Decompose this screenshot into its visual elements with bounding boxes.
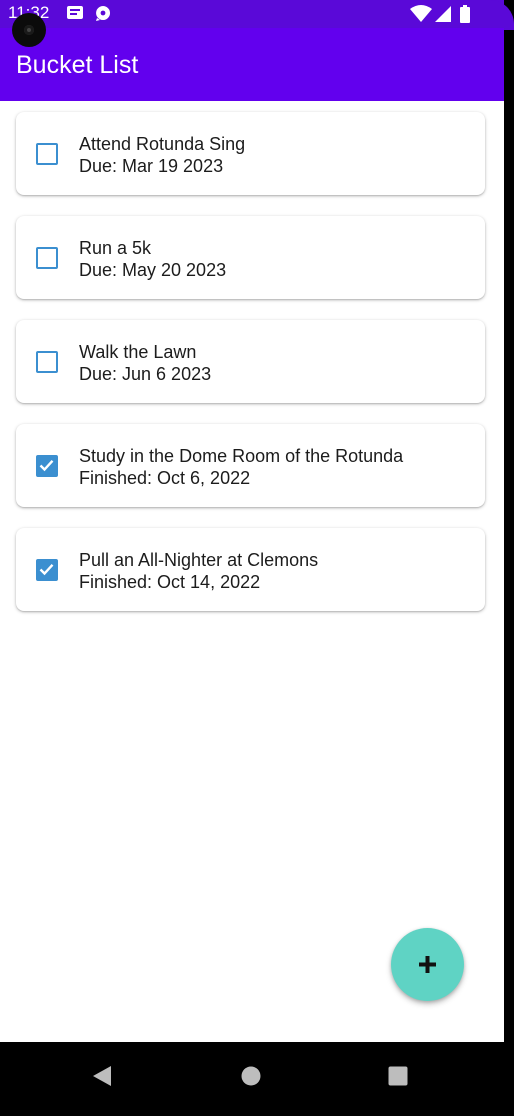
- notification-icon: [66, 5, 84, 26]
- check-icon: [39, 563, 54, 576]
- checkbox[interactable]: [36, 143, 58, 165]
- plus-icon: [419, 956, 436, 973]
- checkbox[interactable]: [36, 351, 58, 373]
- item-finished-date: Finished: Oct 14, 2022: [79, 572, 261, 592]
- list-item[interactable]: Study in the Dome Room of the Rotunda Fi…: [16, 424, 485, 507]
- item-finished-date: Finished: Oct 6, 2022: [79, 468, 251, 488]
- wifi-icon: [410, 5, 432, 28]
- checkbox[interactable]: [36, 247, 58, 269]
- signal-icon: [434, 5, 452, 28]
- item-due-date: Due: Jun 6 2023: [79, 364, 212, 384]
- camera-cutout: [12, 13, 46, 47]
- list-item[interactable]: Walk the Lawn Due: Jun 6 2023: [16, 320, 485, 403]
- list-item[interactable]: Run a 5k Due: May 20 2023: [16, 216, 485, 299]
- status-bar: 11:32: [0, 0, 514, 28]
- list-item[interactable]: Pull an All-Nighter at Clemons Finished:…: [16, 528, 485, 611]
- item-title: Walk the Lawn: [79, 342, 197, 362]
- page-title: Bucket List: [16, 51, 139, 79]
- item-title: Run a 5k: [79, 238, 152, 258]
- add-item-button[interactable]: [391, 928, 464, 1001]
- item-due-date: Due: Mar 19 2023: [79, 156, 224, 176]
- checkbox-checked[interactable]: [36, 559, 58, 581]
- app-bar: Bucket List: [0, 28, 504, 101]
- battery-icon: [460, 5, 470, 28]
- item-due-date: Due: May 20 2023: [79, 260, 227, 280]
- item-title: Study in the Dome Room of the Rotunda: [79, 446, 404, 466]
- recents-icon[interactable]: [387, 1064, 409, 1093]
- back-icon[interactable]: [91, 1064, 113, 1093]
- home-icon[interactable]: [240, 1064, 262, 1093]
- checkbox-checked[interactable]: [36, 455, 58, 477]
- navigation-bar: [0, 1042, 514, 1116]
- assistant-icon: [94, 5, 112, 27]
- screen-edge: [490, 0, 514, 1042]
- item-title: Pull an All-Nighter at Clemons: [79, 550, 319, 570]
- check-icon: [39, 459, 54, 472]
- list-item[interactable]: Attend Rotunda Sing Due: Mar 19 2023: [16, 112, 485, 195]
- item-title: Attend Rotunda Sing: [79, 134, 246, 154]
